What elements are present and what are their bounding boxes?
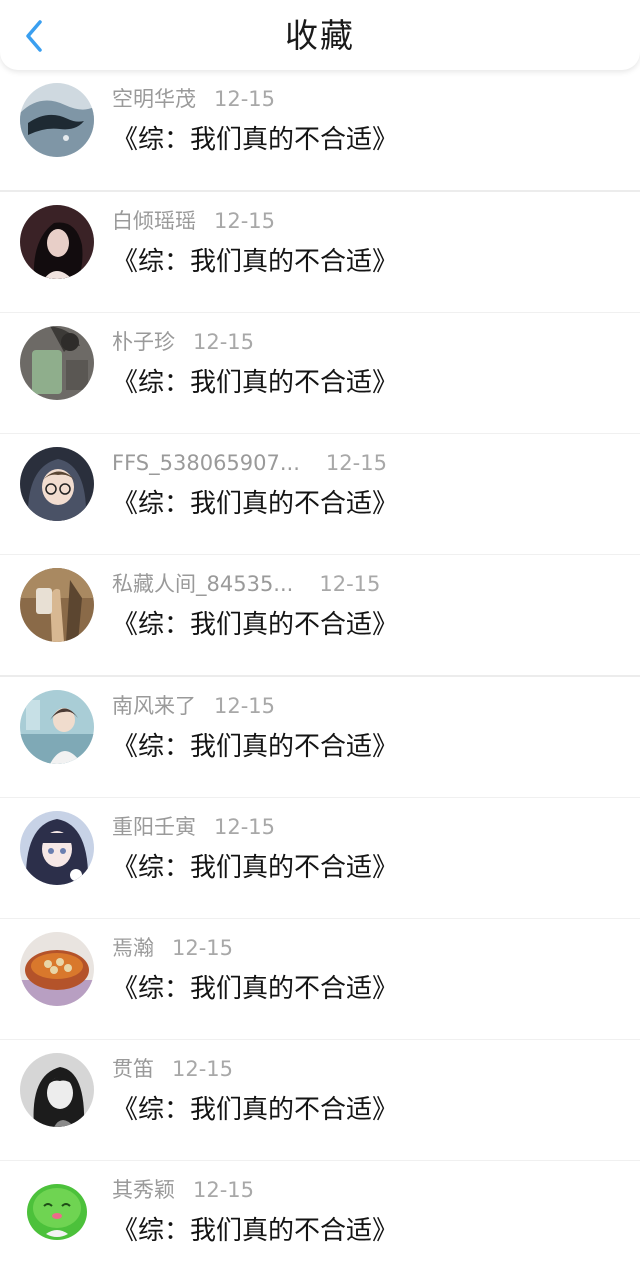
item-date: 12-15: [214, 209, 276, 233]
item-meta: 南风来了 12-15: [112, 691, 275, 721]
list-item[interactable]: 私藏人间_84535... 12-15 《综：我们真的不合适》: [0, 555, 640, 677]
item-date: 12-15: [319, 572, 381, 596]
item-meta: 私藏人间_84535... 12-15: [112, 569, 380, 599]
list-item[interactable]: 重阳壬寅 12-15 《综：我们真的不合适》: [0, 798, 640, 919]
item-meta: 贯笛 12-15: [112, 1054, 233, 1084]
book-title: 《综：我们真的不合适》: [112, 610, 399, 640]
item-meta: 朴子珍 12-15: [112, 327, 254, 357]
book-title: 《综：我们真的不合适》: [112, 125, 399, 155]
user-name: 空明华茂: [112, 87, 196, 111]
book-title: 《综：我们真的不合适》: [112, 974, 399, 1004]
avatar: [20, 1174, 94, 1248]
item-meta: 其秀颖 12-15: [112, 1175, 254, 1205]
book-title: 《综：我们真的不合适》: [112, 1095, 399, 1125]
item-date: 12-15: [214, 87, 276, 111]
book-title: 《综：我们真的不合适》: [112, 368, 399, 398]
item-meta: 白倾瑶瑶 12-15: [112, 206, 275, 236]
item-date: 12-15: [325, 451, 387, 475]
avatar: [20, 447, 94, 521]
book-title: 《综：我们真的不合适》: [112, 732, 399, 762]
user-name: 白倾瑶瑶: [112, 209, 196, 233]
list-item[interactable]: 其秀颖 12-15 《综：我们真的不合适》: [0, 1161, 640, 1270]
user-name: 贯笛: [112, 1057, 154, 1081]
avatar: [20, 83, 94, 157]
user-name: 南风来了: [112, 694, 196, 718]
item-meta: FFS_538065907... 12-15: [112, 448, 387, 478]
page-title: 收藏: [285, 16, 355, 55]
list-item[interactable]: 焉瀚 12-15 《综：我们真的不合适》: [0, 919, 640, 1040]
top-bar: 收藏: [0, 0, 640, 70]
favorites-list: 空明华茂 12-15 《综：我们真的不合适》 白倾瑶瑶 12-15 《综：我们真的不…: [0, 70, 640, 1270]
list-item[interactable]: 白倾瑶瑶 12-15 《综：我们真的不合适》: [0, 192, 640, 313]
book-title: 《综：我们真的不合适》: [112, 489, 399, 519]
list-item[interactable]: 贯笛 12-15 《综：我们真的不合适》: [0, 1040, 640, 1161]
user-name: 私藏人间_84535...: [112, 572, 294, 596]
favorites-page: 收藏 空明华茂 12-15 《综：我们真的不合适》 白倾瑶瑶 12-15 《综：…: [0, 0, 640, 1270]
user-name: 重阳壬寅: [112, 815, 196, 839]
user-name: 焉瀚: [112, 936, 154, 960]
book-title: 《综：我们真的不合适》: [112, 1216, 399, 1246]
avatar: [20, 1053, 94, 1127]
list-item[interactable]: 朴子珍 12-15 《综：我们真的不合适》: [0, 313, 640, 434]
user-name: FFS_538065907...: [112, 451, 300, 475]
book-title: 《综：我们真的不合适》: [112, 853, 399, 883]
item-date: 12-15: [172, 1057, 234, 1081]
book-title: 《综：我们真的不合适》: [112, 247, 399, 277]
list-item[interactable]: 空明华茂 12-15 《综：我们真的不合适》: [0, 70, 640, 192]
item-meta: 空明华茂 12-15: [112, 84, 275, 114]
user-name: 其秀颖: [112, 1178, 175, 1202]
item-meta: 重阳壬寅 12-15: [112, 812, 275, 842]
avatar: [20, 690, 94, 764]
list-item[interactable]: 南风来了 12-15 《综：我们真的不合适》: [0, 677, 640, 798]
item-date: 12-15: [214, 815, 276, 839]
list-item[interactable]: FFS_538065907... 12-15 《综：我们真的不合适》: [0, 434, 640, 555]
avatar: [20, 326, 94, 400]
item-date: 12-15: [214, 694, 276, 718]
avatar: [20, 205, 94, 279]
item-date: 12-15: [193, 1178, 255, 1202]
item-meta: 焉瀚 12-15: [112, 933, 233, 963]
avatar: [20, 932, 94, 1006]
item-date: 12-15: [193, 330, 255, 354]
item-date: 12-15: [172, 936, 234, 960]
user-name: 朴子珍: [112, 330, 175, 354]
avatar: [20, 568, 94, 642]
avatar: [20, 811, 94, 885]
